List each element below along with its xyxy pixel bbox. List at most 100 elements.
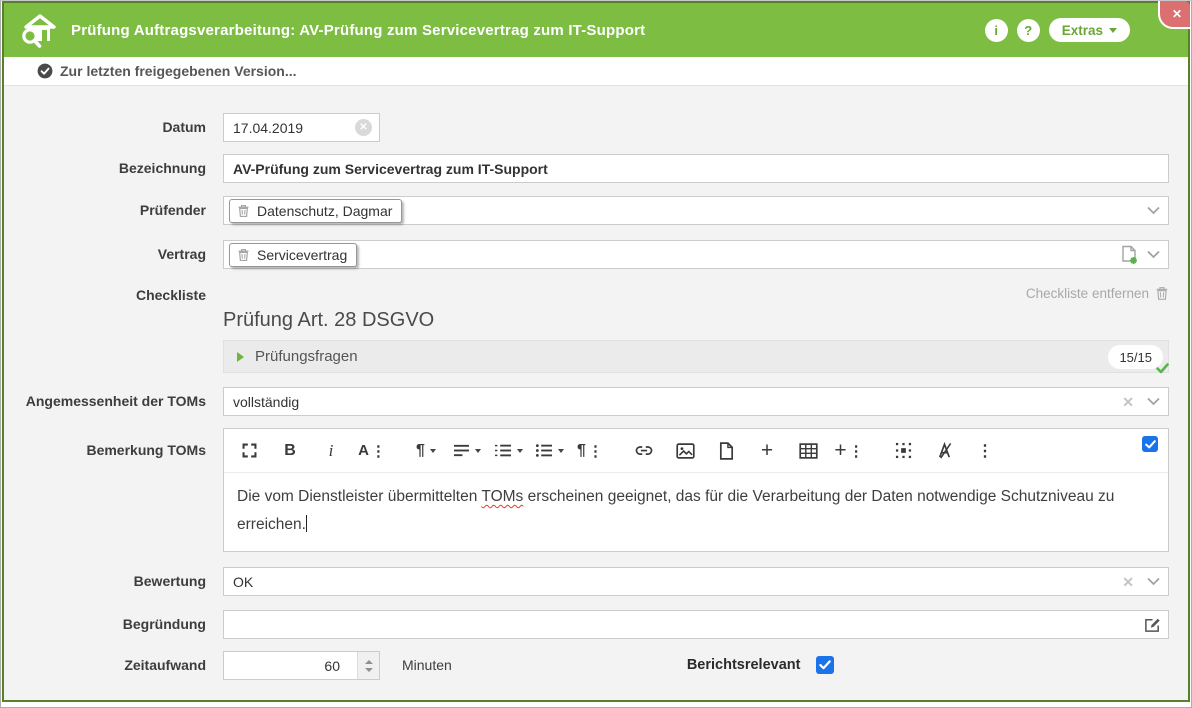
paragraph-style-icon[interactable]: ¶⋮: [575, 434, 605, 468]
info-button[interactable]: i: [985, 19, 1008, 42]
berichtsrelevant-label: Berichtsrelevant: [687, 651, 801, 680]
clear-x-icon[interactable]: ✕: [1122, 575, 1134, 589]
bewertung-label: Bewertung: [4, 567, 223, 596]
berichtsrelevant-checkbox[interactable]: [816, 656, 834, 674]
table-icon[interactable]: [793, 434, 823, 468]
checkliste-remove-link[interactable]: Checkliste entfernen: [223, 284, 1169, 302]
chevron-down-icon[interactable]: [1147, 577, 1160, 586]
last-released-version-link[interactable]: Zur letzten freigegebenen Version...: [60, 63, 297, 79]
page-title: Prüfung Auftragsverarbeitung: AV-Prüfung…: [71, 22, 645, 39]
row-checkliste: Checkliste Checkliste entfernen Prüfung …: [4, 284, 1169, 373]
row-begruendung: Begründung: [4, 610, 1169, 639]
check-icon: [819, 660, 831, 670]
stepper-up-icon[interactable]: [365, 660, 373, 664]
pruefungsfragen-accordion[interactable]: Prüfungsfragen 15/15: [223, 340, 1169, 373]
extras-button[interactable]: Extras: [1049, 18, 1130, 42]
align-icon[interactable]: [452, 434, 482, 468]
pruefender-chip-label: Datenschutz, Dagmar: [257, 203, 392, 219]
progress-badge: 15/15: [1108, 345, 1163, 369]
pruefender-combo-icons: [1147, 196, 1160, 225]
bewertung-select[interactable]: OK: [223, 567, 1169, 596]
vertrag-combobox[interactable]: Servicevertrag: [223, 240, 1169, 269]
progress-badge-value: 15/15: [1119, 350, 1152, 365]
begruendung-input-wrap: [223, 610, 1169, 639]
bezeichnung-field: [223, 154, 1169, 183]
zeitaufwand-label: Zeitaufwand: [4, 651, 223, 680]
new-document-icon[interactable]: [1120, 245, 1139, 265]
zeitaufwand-stepper: [223, 651, 380, 680]
fullscreen-icon[interactable]: [234, 434, 264, 468]
pruefender-chip[interactable]: Datenschutz, Dagmar: [229, 199, 402, 223]
begruendung-label: Begründung: [4, 610, 223, 639]
unordered-list-icon[interactable]: [534, 434, 564, 468]
link-icon[interactable]: [629, 434, 659, 468]
checkliste-section: Checkliste entfernen Prüfung Art. 28 DSG…: [223, 284, 1169, 373]
row-bezeichnung: Bezeichnung: [4, 154, 1169, 183]
stepper-buttons[interactable]: [357, 652, 379, 679]
datum-input[interactable]: [233, 120, 370, 136]
bewertung-value: OK: [233, 574, 253, 590]
vertrag-field: Servicevertrag: [223, 240, 1169, 269]
row-bewertung: Bewertung OK ✕: [4, 567, 1169, 596]
image-icon[interactable]: [670, 434, 700, 468]
angemessenheit-label: Angemessenheit der TOMs: [4, 387, 223, 416]
zeitaufwand-field: Minuten Berichtsrelevant: [223, 651, 1169, 680]
close-button[interactable]: ✕: [1158, 1, 1190, 29]
table-options-icon[interactable]: +⋮: [834, 434, 864, 468]
stepper-down-icon[interactable]: [365, 668, 373, 672]
triangle-right-icon: [237, 352, 244, 362]
begruendung-input[interactable]: [233, 617, 1159, 633]
row-pruefender: Prüfender Datenschutz, Dagmar: [4, 196, 1169, 225]
editor-checkbox[interactable]: [1142, 436, 1158, 452]
trash-icon: [237, 204, 250, 218]
pruefender-combobox[interactable]: Datenschutz, Dagmar: [223, 196, 1169, 225]
help-button[interactable]: ?: [1017, 19, 1040, 42]
bezeichnung-input[interactable]: [233, 161, 1159, 177]
vertrag-chip[interactable]: Servicevertrag: [229, 243, 357, 267]
checkliste-remove-label: Checkliste entfernen: [1026, 286, 1149, 301]
vertrag-label: Vertrag: [4, 240, 223, 269]
datum-clear-button[interactable]: ✕: [355, 119, 372, 136]
titlebar: Prüfung Auftragsverarbeitung: AV-Prüfung…: [4, 3, 1188, 57]
clear-formatting-icon[interactable]: [929, 434, 959, 468]
angemessenheit-value: vollständig: [233, 394, 299, 410]
select-all-icon[interactable]: [888, 434, 918, 468]
clear-x-icon: ✕: [359, 122, 367, 133]
bold-icon[interactable]: B: [275, 434, 305, 468]
titlebar-actions: i ? Extras: [985, 3, 1130, 57]
circle-check-icon: [37, 63, 53, 79]
zeitaufwand-input[interactable]: [233, 658, 370, 674]
browser-frame: Prüfung Auftragsverarbeitung: AV-Prüfung…: [0, 0, 1192, 708]
angemessenheit-select[interactable]: vollständig: [223, 387, 1169, 416]
editor-toolbar: B i A⋮ ¶: [224, 429, 1168, 473]
clear-x-icon[interactable]: ✕: [1122, 395, 1134, 409]
paragraph-format-icon[interactable]: ¶: [411, 434, 441, 468]
row-vertrag: Vertrag Servicevertrag: [4, 240, 1169, 269]
italic-icon[interactable]: i: [316, 434, 346, 468]
angemessenheit-icons: ✕: [1122, 387, 1160, 416]
row-bemerkung: Bemerkung TOMs B i A⋮ ¶: [4, 428, 1169, 552]
datum-field: ✕: [223, 113, 1169, 142]
begruendung-field: [223, 610, 1169, 639]
more-options-icon[interactable]: ⋮: [970, 434, 1000, 468]
chevron-down-icon[interactable]: [1147, 206, 1160, 215]
editor-text-misspelled: TOMs: [481, 488, 523, 505]
editor-content[interactable]: Die vom Dienstleister übermittelten TOMs…: [224, 473, 1168, 551]
angemessenheit-field: vollständig ✕: [223, 387, 1169, 416]
accordion-label: Prüfungsfragen: [255, 348, 358, 365]
pruefender-label: Prüfender: [4, 196, 223, 225]
zeitaufwand-unit: Minuten: [402, 651, 452, 680]
editor-text: Die vom Dienstleister übermittelten: [237, 488, 481, 505]
file-icon[interactable]: [711, 434, 741, 468]
row-angemessenheit: Angemessenheit der TOMs vollständig ✕: [4, 387, 1169, 416]
audit-house-icon: [19, 12, 59, 48]
ordered-list-icon[interactable]: [493, 434, 523, 468]
font-options-icon[interactable]: A⋮: [357, 434, 387, 468]
chevron-down-icon[interactable]: [1147, 397, 1160, 406]
help-icon: ?: [1024, 23, 1032, 38]
chevron-down-icon[interactable]: [1147, 250, 1160, 259]
edit-pencil-icon[interactable]: [1144, 616, 1161, 638]
insert-plus-icon[interactable]: +: [752, 434, 782, 468]
close-icon: ✕: [1172, 7, 1182, 21]
checkliste-label: Checkliste: [4, 284, 223, 304]
